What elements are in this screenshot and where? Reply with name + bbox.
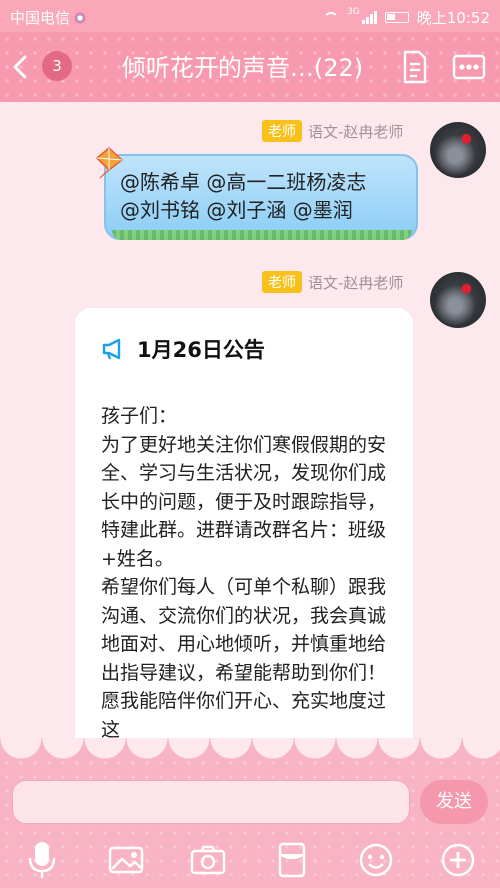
message-text-line: @刘书铭 @刘子涵 @墨润	[120, 198, 353, 222]
document-icon[interactable]	[402, 50, 428, 84]
sender-name: 语文-赵冉老师	[308, 122, 404, 141]
battery-icon	[384, 12, 409, 23]
microphone-icon[interactable]	[22, 838, 62, 882]
send-button[interactable]: 发送	[420, 780, 488, 824]
megaphone-icon	[102, 338, 121, 360]
chat-title: 倾听花开的声音…(22)	[121, 54, 364, 82]
carrier-logo-icon	[74, 11, 87, 24]
kite-icon	[95, 147, 124, 179]
clock: 晚上10:52	[416, 9, 490, 27]
input-panel: 发送	[0, 738, 500, 888]
group-settings-icon[interactable]	[452, 53, 486, 81]
chat-header: 3 倾听花开的声音…(22)	[0, 32, 500, 102]
message-input[interactable]	[12, 780, 410, 824]
carrier-area: 中国电信	[10, 7, 87, 28]
role-badge: 老师	[262, 271, 302, 293]
role-badge: 老师	[262, 120, 302, 142]
red-packet-icon[interactable]	[272, 838, 312, 882]
status-bar: 中国电信 3G 晚上10:52	[0, 0, 500, 32]
unread-count-badge[interactable]: 3	[42, 51, 72, 81]
plus-icon[interactable]	[438, 838, 478, 882]
back-arrow-icon[interactable]	[8, 54, 34, 80]
announcement-card[interactable]: 1月26日公告 孩子们： 为了更好地关注你们寒假假期的安全、学习与生活状况，发现…	[75, 308, 413, 768]
input-toolbar	[0, 838, 500, 886]
carrier-name: 中国电信	[10, 9, 71, 27]
message-bubble[interactable]: @陈希卓 @高一二班杨凌志 @刘书铭 @刘子涵 @墨润	[104, 154, 418, 240]
network-type: 3G	[347, 7, 360, 17]
message-meta: 老师 语文-赵冉老师	[262, 271, 403, 293]
message-meta: 老师 语文-赵冉老师	[262, 120, 403, 142]
image-icon[interactable]	[106, 838, 146, 882]
sender-name: 语文-赵冉老师	[308, 273, 404, 292]
announcement-header: 1月26日公告	[101, 334, 265, 364]
signal-icon	[361, 11, 377, 24]
announcement-title: 1月26日公告	[137, 338, 265, 362]
status-icons: 3G 晚上10:52	[323, 7, 490, 28]
emoji-icon[interactable]	[356, 838, 396, 882]
avatar[interactable]	[430, 272, 486, 328]
announcement-body: 孩子们： 为了更好地关注你们寒假假期的安全、学习与生活状况，发现你们成长中的问题…	[101, 405, 387, 741]
wifi-icon	[323, 11, 340, 24]
grass-decoration	[112, 230, 412, 240]
camera-icon[interactable]	[188, 838, 228, 882]
avatar[interactable]	[430, 122, 486, 178]
message-text-line: @陈希卓 @高一二班杨凌志	[120, 170, 367, 194]
